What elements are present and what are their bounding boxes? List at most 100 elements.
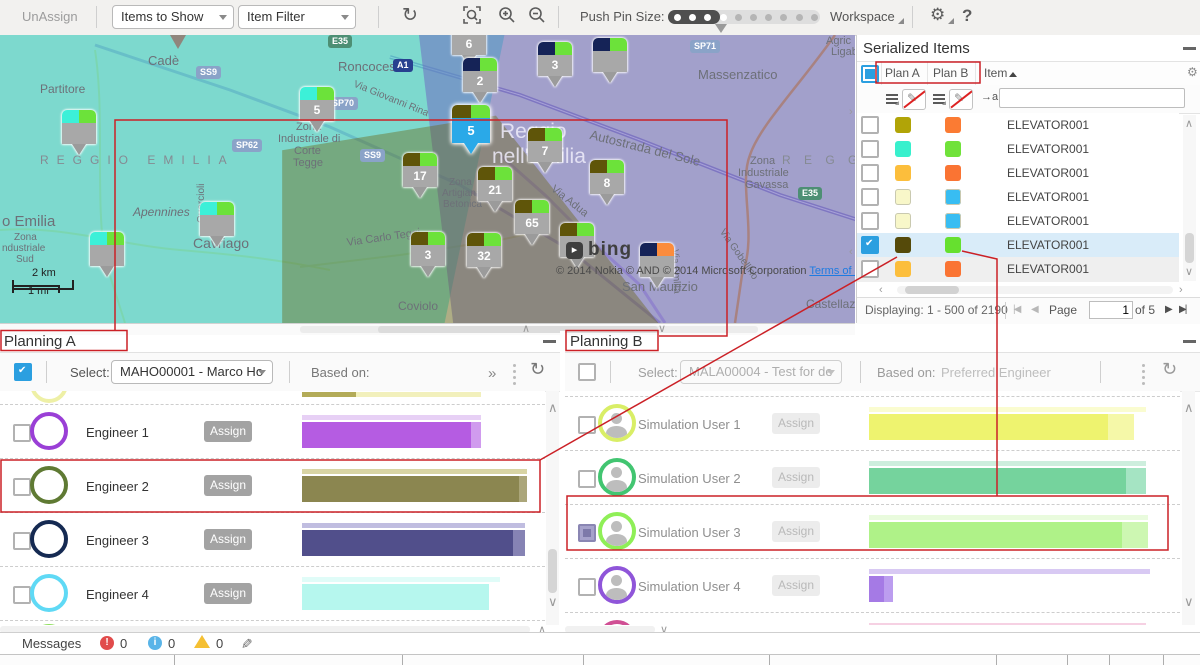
row-checkbox[interactable] (861, 212, 879, 230)
pushpin-slider-dot[interactable] (704, 14, 711, 21)
pushpin[interactable] (200, 202, 234, 247)
zoom-in-icon[interactable] (497, 5, 517, 30)
pushpin[interactable] (90, 232, 124, 277)
clear-filter-button[interactable]: ✎ (949, 89, 973, 110)
pushpin[interactable]: 5 (300, 87, 334, 132)
pushpin[interactable]: 2 (463, 58, 497, 103)
minimize-button[interactable] (1183, 340, 1196, 343)
planning-a-checkbox[interactable] (14, 363, 32, 381)
scroll-right-icon[interactable]: › (1179, 285, 1183, 295)
row-checkbox[interactable] (578, 416, 596, 434)
row-checkbox[interactable] (578, 524, 596, 542)
assign-button[interactable]: Assign (204, 421, 252, 442)
first-page-button[interactable]: |◀ (1013, 304, 1019, 315)
gear-icon[interactable]: ⚙ (930, 4, 945, 26)
list-item[interactable] (0, 620, 545, 625)
row-checkbox[interactable] (861, 116, 879, 134)
assign-button[interactable]: Assign (204, 529, 252, 550)
clear-filter-button[interactable]: ✎ (902, 89, 926, 110)
assign-button[interactable]: Assign (204, 475, 252, 496)
pushpin-slider-dot[interactable] (720, 14, 727, 21)
minimize-button[interactable] (1183, 47, 1196, 50)
row-checkbox[interactable] (861, 164, 879, 182)
collapse-left-icon[interactable]: ‹ (849, 247, 853, 257)
pushpin[interactable]: 65 (515, 200, 549, 245)
plan-a-column-header[interactable]: Plan A (885, 66, 920, 80)
list-item[interactable]: Engineer 2Assign (0, 458, 545, 513)
map-canvas[interactable]: Reggio nell'Emilia CadèPartitoreRoncoces… (0, 35, 855, 323)
planning-a-vscrollbar[interactable]: ∧ ∨ (546, 391, 559, 625)
row-checkbox[interactable] (861, 236, 879, 254)
row-checkbox[interactable] (578, 578, 596, 596)
map-vertical-splitter[interactable]: › ‹ (849, 35, 856, 323)
list-item[interactable]: Engineer 3Assign (0, 512, 545, 567)
last-page-button[interactable]: ▶| (1179, 304, 1185, 315)
items-to-show-dropdown[interactable]: Items to Show (112, 5, 234, 29)
table-row[interactable]: ELEVATOR001 (857, 257, 1179, 282)
pushpin-slider-dot[interactable] (796, 14, 803, 21)
row-checkbox[interactable] (861, 140, 879, 158)
scroll-left-icon[interactable]: ‹ (879, 285, 883, 295)
assign-button[interactable]: Assign (772, 575, 820, 596)
pushpin-slider-dot[interactable] (750, 14, 757, 21)
planning-b-vscrollbar[interactable]: ∧ ∨ (1182, 391, 1195, 625)
table-row[interactable]: ELEVATOR001 (857, 113, 1179, 138)
prev-page-button[interactable]: ◀ (1031, 304, 1037, 315)
table-row[interactable]: ELEVATOR001 (857, 161, 1179, 186)
minimize-button[interactable] (543, 340, 556, 343)
next-page-button[interactable]: ▶ (1165, 304, 1171, 315)
row-checkbox[interactable] (13, 532, 31, 550)
drag-handle[interactable] (1142, 370, 1145, 373)
drag-handle[interactable] (513, 370, 516, 373)
list-item[interactable]: Simulation User 3Assign (565, 504, 1180, 559)
serialized-vscrollbar[interactable]: ∧ ∨ (1183, 115, 1196, 281)
scroll-up-icon[interactable]: ∧ (1185, 119, 1193, 129)
pushpin-slider-pointer[interactable] (715, 24, 727, 33)
column-gear-icon[interactable]: ⚙ (1187, 65, 1198, 79)
scroll-thumb[interactable] (1185, 233, 1194, 263)
serialized-hscrollbar[interactable]: ‹ › (857, 283, 1200, 297)
workspace-menu[interactable]: Workspace (830, 9, 895, 24)
scroll-down-icon[interactable]: ∨ (1185, 267, 1193, 277)
pushpin[interactable] (62, 110, 96, 155)
scroll-up-icon[interactable]: ∧ (1184, 403, 1194, 413)
row-checkbox[interactable] (578, 470, 596, 488)
eraser-icon[interactable]: ✎ (237, 638, 254, 650)
assign-button[interactable]: Assign (204, 583, 252, 604)
list-item[interactable]: Simulation User 5Assign (565, 612, 1180, 625)
refresh-icon[interactable]: ↻ (530, 359, 545, 380)
planning-b-engineer-dropdown[interactable]: MALA00004 - Test for de (680, 360, 842, 384)
list-item[interactable]: Engineer 4Assign (0, 566, 545, 621)
list-item[interactable]: Simulation User 2Assign (565, 450, 1180, 505)
zoom-out-icon[interactable] (527, 5, 547, 30)
scroll-down-icon[interactable]: ∨ (1184, 597, 1194, 607)
pushpin-selected[interactable]: 5 (452, 105, 490, 154)
info-icon[interactable]: i (148, 636, 162, 650)
unassign-button[interactable]: UnAssign (22, 9, 78, 24)
pushpin-slider-dot[interactable] (765, 14, 772, 21)
assign-button[interactable]: Assign (772, 521, 820, 542)
select-all-checkbox[interactable] (861, 65, 879, 83)
list-item[interactable]: Engineer 1Assign (0, 404, 545, 459)
pushpin-slider-dot[interactable] (674, 14, 681, 21)
page-number-input[interactable] (1089, 301, 1133, 319)
item-column-header[interactable]: Item (984, 66, 1017, 80)
scroll-thumb[interactable] (548, 549, 557, 593)
row-checkbox[interactable] (13, 478, 31, 496)
item-filter-dropdown[interactable]: Item Filter (238, 5, 356, 29)
pushpin[interactable]: 8 (590, 160, 624, 205)
list-item[interactable]: Simulation User 4Assign (565, 558, 1180, 613)
warning-icon[interactable] (194, 635, 210, 648)
pushpin[interactable]: 32 (467, 233, 501, 278)
scroll-up-icon[interactable]: ∧ (548, 403, 558, 413)
item-filter-input[interactable] (999, 88, 1185, 108)
pushpin-slider-dot[interactable] (780, 14, 787, 21)
row-checkbox[interactable] (861, 260, 879, 278)
assign-button[interactable]: Assign (772, 413, 820, 434)
row-checkbox[interactable] (861, 188, 879, 206)
pushpin[interactable]: 21 (478, 167, 512, 212)
zoom-to-fit-icon[interactable] (462, 5, 482, 30)
scroll-down-icon[interactable]: ∨ (548, 597, 558, 607)
scroll-thumb[interactable] (905, 286, 959, 294)
assign-button[interactable]: Assign (772, 467, 820, 488)
